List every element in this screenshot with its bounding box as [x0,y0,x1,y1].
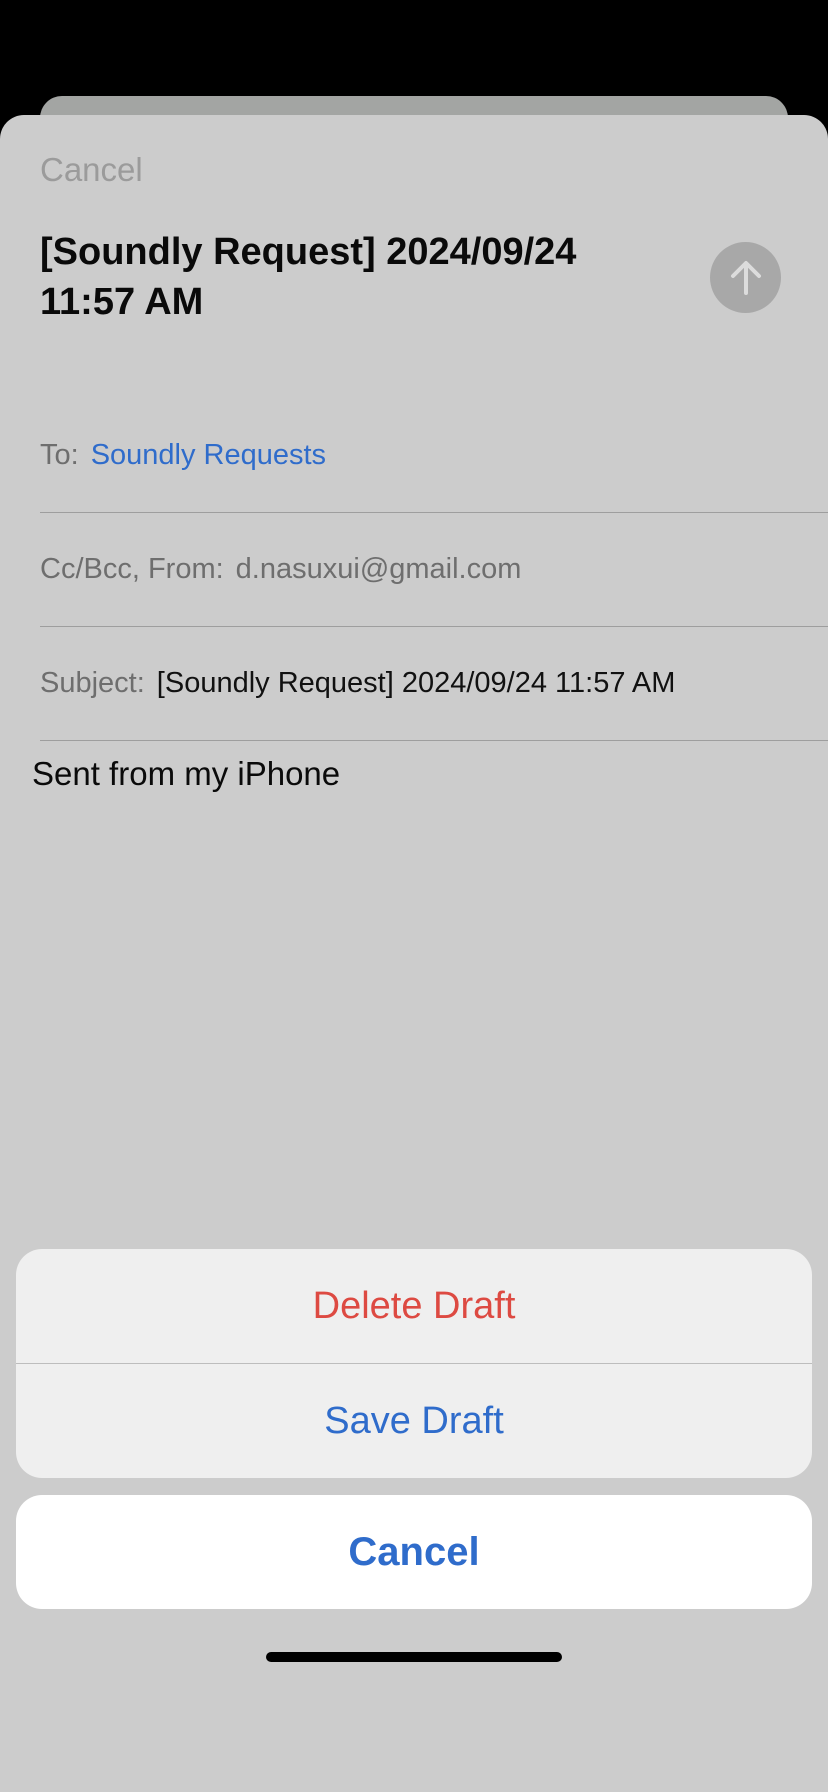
delete-draft-button[interactable]: Delete Draft [16,1249,812,1364]
to-label: To: [40,438,79,471]
ccbcc-from-label: Cc/Bcc, From: [40,552,224,585]
action-sheet-group: Delete Draft Save Draft [16,1249,812,1478]
compose-cancel-button[interactable]: Cancel [40,151,143,189]
from-address[interactable]: d.nasuxui@gmail.com [236,553,522,586]
subject-field[interactable]: Subject: [Soundly Request] 2024/09/24 11… [40,626,828,741]
save-draft-button[interactable]: Save Draft [16,1364,812,1478]
subject-input[interactable]: [Soundly Request] 2024/09/24 11:57 AM [157,667,676,700]
to-recipient[interactable]: Soundly Requests [91,439,326,472]
compose-title: [Soundly Request] 2024/09/24 11:57 AM [40,231,577,323]
to-field[interactable]: To: Soundly Requests [40,398,828,513]
mail-compose-screen: Cancel [Soundly Request] 2024/09/24 11:5… [0,0,828,1792]
ccbcc-from-field[interactable]: Cc/Bcc, From: d.nasuxui@gmail.com [40,512,828,627]
home-indicator[interactable] [266,1652,562,1662]
message-body[interactable]: Sent from my iPhone [32,755,340,793]
send-button[interactable] [710,242,781,313]
action-sheet-cancel-button[interactable]: Cancel [16,1495,812,1609]
arrow-up-icon [730,260,761,295]
subject-label: Subject: [40,666,145,699]
